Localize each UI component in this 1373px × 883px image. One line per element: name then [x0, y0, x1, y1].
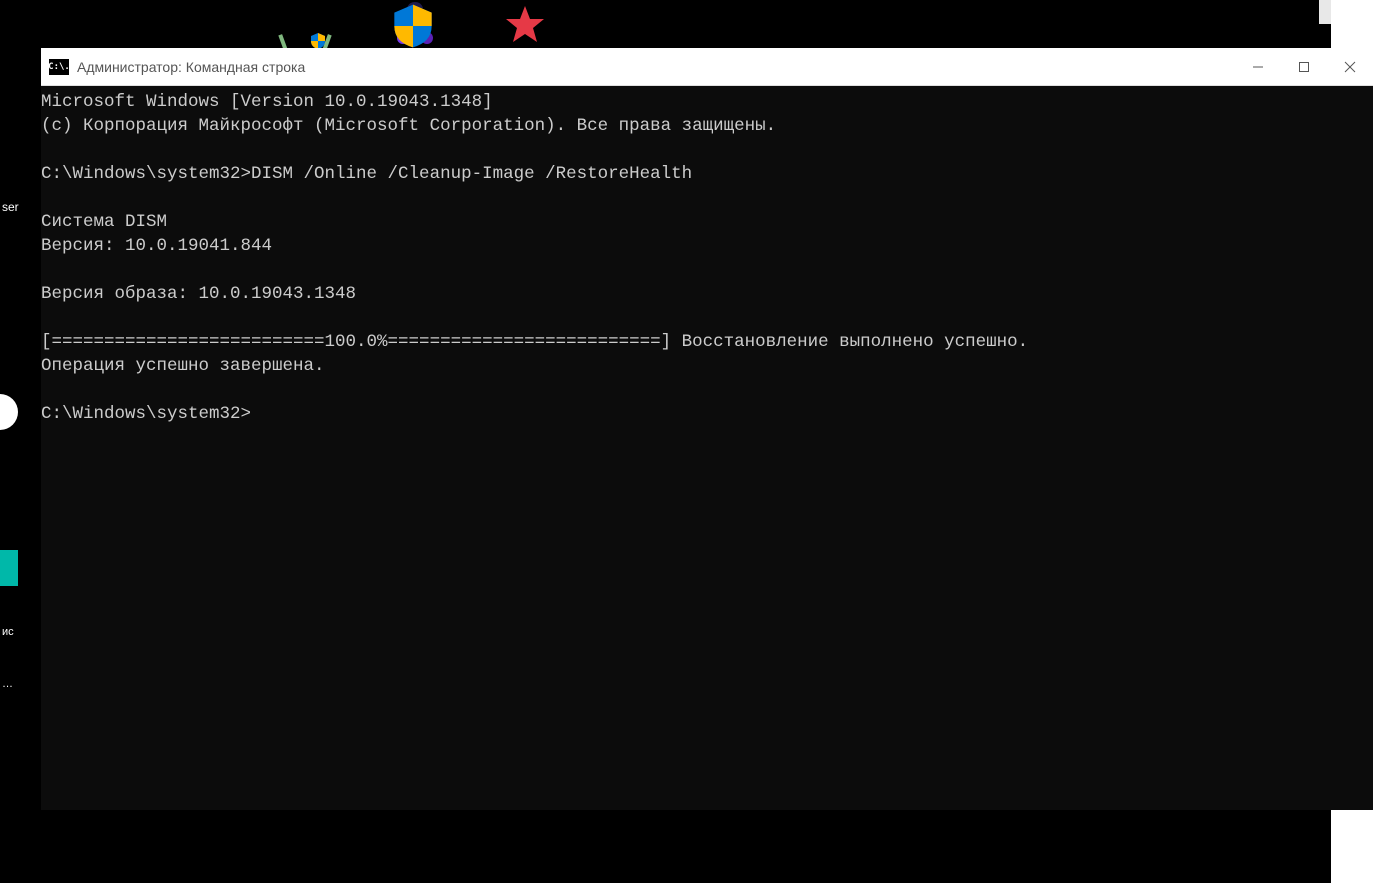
- terminal-line: (c) Корпорация Майкрософт (Microsoft Cor…: [41, 114, 1373, 138]
- terminal-line: C:\Windows\system32>DISM /Online /Cleanu…: [41, 162, 1373, 186]
- desktop-top-icons: [275, 0, 555, 48]
- terminal-line: Microsoft Windows [Version 10.0.19043.13…: [41, 90, 1373, 114]
- desktop-label-fragment-3: …: [0, 678, 30, 690]
- terminal-line: Операция успешно завершена.: [41, 354, 1373, 378]
- terminal-line: [41, 186, 1373, 210]
- terminal-line: [41, 306, 1373, 330]
- desktop-star-icon[interactable]: [495, 0, 555, 48]
- desktop-wizard-icon[interactable]: [385, 0, 445, 48]
- desktop-game-icon-1[interactable]: [275, 0, 335, 48]
- browser-tab-hint: [1319, 0, 1331, 24]
- desktop-background: ser ис … C:\. Администратор: Командная с…: [0, 0, 1373, 883]
- desktop-circle-icon[interactable]: [0, 394, 18, 430]
- minimize-button[interactable]: [1235, 48, 1281, 85]
- window-title: Администратор: Командная строка: [77, 59, 1235, 75]
- terminal-output[interactable]: Microsoft Windows [Version 10.0.19043.13…: [41, 86, 1373, 810]
- desktop-label-fragment-2: ис: [0, 626, 30, 638]
- terminal-line: [41, 378, 1373, 402]
- terminal-line: Версия образа: 10.0.19043.1348: [41, 282, 1373, 306]
- terminal-line: Версия: 10.0.19041.844: [41, 234, 1373, 258]
- desktop-teal-icon[interactable]: [0, 550, 18, 586]
- cmd-icon: C:\.: [49, 59, 69, 75]
- desktop-label-fragment: ser: [0, 200, 30, 214]
- window-controls: [1235, 48, 1373, 85]
- terminal-line: [==========================100.0%=======…: [41, 330, 1373, 354]
- command-prompt-window: C:\. Администратор: Командная строка Mic…: [41, 48, 1373, 810]
- terminal-line: Cистема DISM: [41, 210, 1373, 234]
- close-button[interactable]: [1327, 48, 1373, 85]
- desktop-left-icons: ser ис …: [0, 200, 30, 690]
- terminal-line: [41, 138, 1373, 162]
- terminal-line: [41, 258, 1373, 282]
- uac-shield-icon: [389, 2, 437, 50]
- terminal-line: C:\Windows\system32>: [41, 402, 1373, 426]
- maximize-button[interactable]: [1281, 48, 1327, 85]
- window-titlebar[interactable]: C:\. Администратор: Командная строка: [41, 48, 1373, 86]
